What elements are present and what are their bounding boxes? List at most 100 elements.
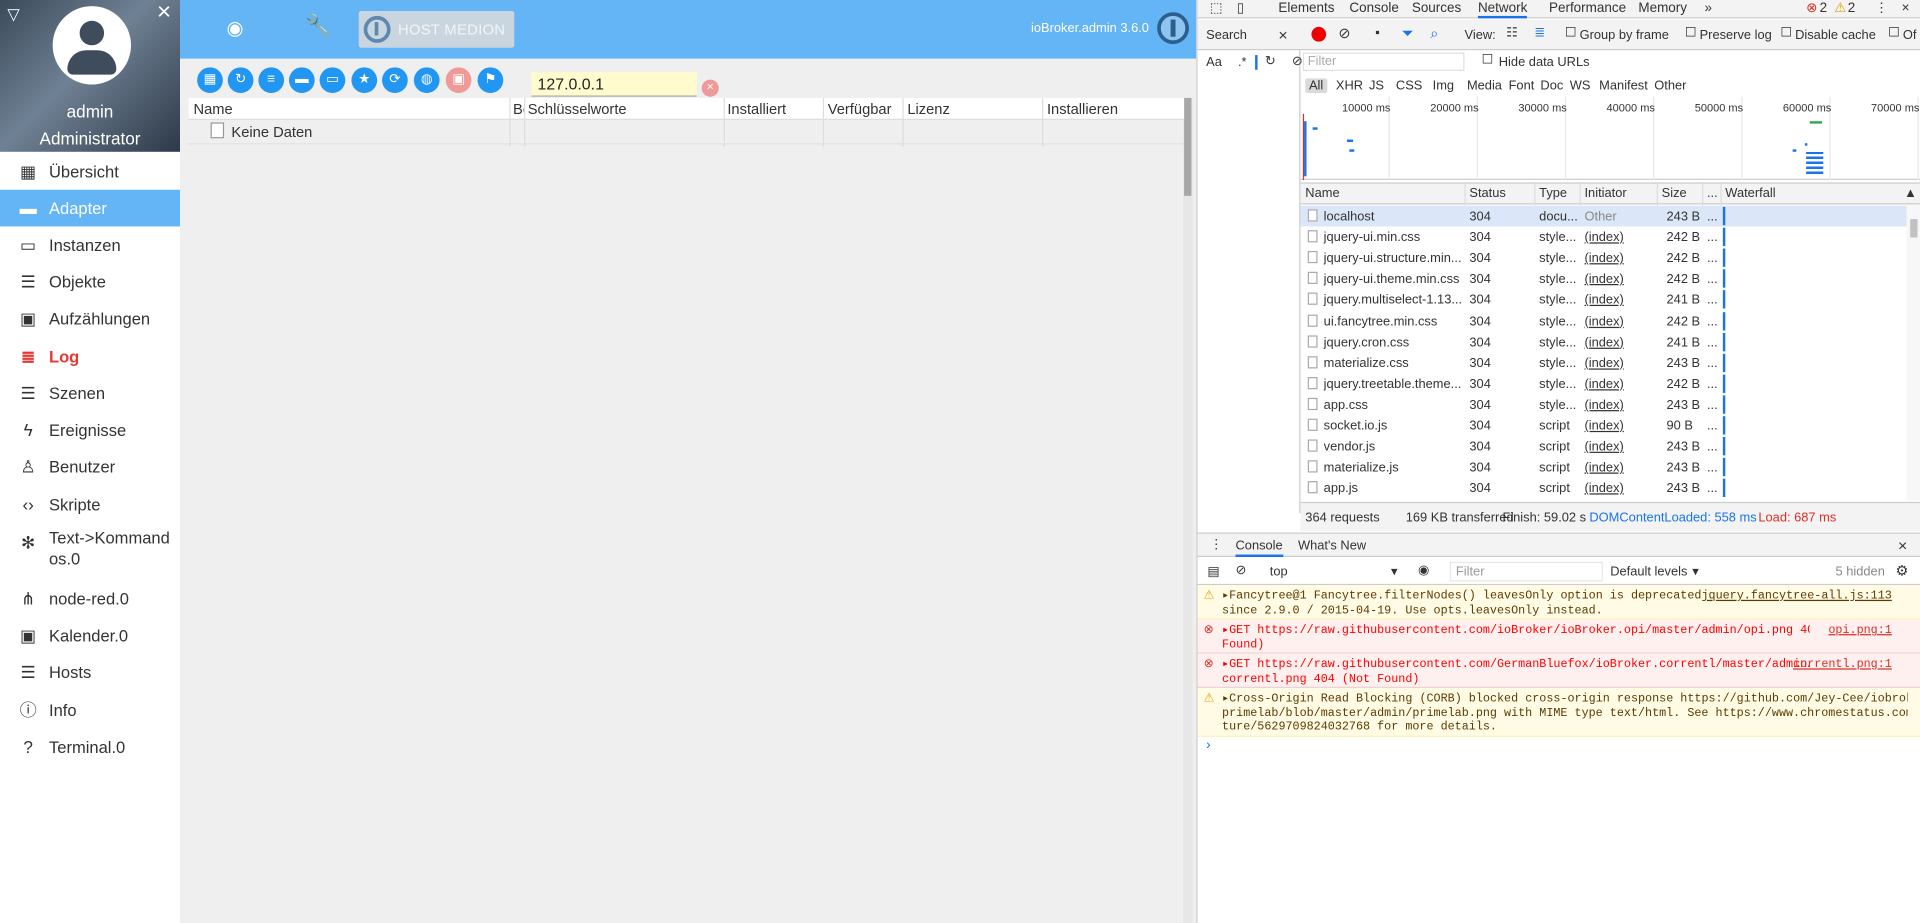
filter-icon[interactable]: ⏷ xyxy=(1402,24,1414,42)
inspect-icon[interactable]: ⬚ xyxy=(1210,0,1223,18)
sidebar-item-kalender-0[interactable]: ▣ Kalender.0 xyxy=(0,617,180,654)
host-button[interactable]: HOST MEDION xyxy=(358,11,515,48)
network-scrollbar[interactable] xyxy=(1906,204,1920,501)
clear-console-icon[interactable]: ⊘ xyxy=(1236,563,1247,578)
search-label[interactable]: Search xyxy=(1206,28,1247,43)
type-filter-ws[interactable]: WS xyxy=(1570,78,1591,93)
sidebar-item-log[interactable]: ≣ Log xyxy=(0,338,180,375)
filter-input[interactable]: Filter xyxy=(1302,52,1465,72)
clear-icon[interactable]: ⊘ xyxy=(1338,24,1350,41)
user-filter-icon[interactable]: ▣ xyxy=(445,67,472,94)
filter-input[interactable] xyxy=(531,72,697,97)
table-row[interactable]: ui.fancytree.min.css 304 style... (index) 24… xyxy=(1300,310,1906,331)
sidebar-item-adapter[interactable]: ▬ Adapter xyxy=(0,189,181,227)
column-time[interactable]: ... xyxy=(1707,186,1718,201)
table-row[interactable]: app.css 304 style... (index) 243 B... xyxy=(1300,394,1906,415)
disable-cache-checkbox[interactable]: ☐ xyxy=(1780,26,1792,41)
column-name[interactable]: Name xyxy=(1305,186,1339,201)
column-waterfall[interactable]: Waterfall xyxy=(1725,186,1775,201)
console-message[interactable]: ⚠ ▸Fancytree@1 Fancytree.filterNodes() le… xyxy=(1197,585,1920,620)
column-available[interactable]: Verfügbar xyxy=(828,100,892,117)
console-prompt-icon[interactable]: › xyxy=(1206,738,1210,753)
hide-data-urls-checkbox[interactable]: ☐ xyxy=(1482,53,1494,68)
cell-initiator[interactable]: (index) xyxy=(1584,481,1645,496)
offline-checkbox[interactable]: ☐ xyxy=(1888,26,1900,41)
refresh-icon[interactable]: ↻ xyxy=(1265,54,1276,69)
group-by-frame-checkbox[interactable]: ☐ xyxy=(1565,26,1577,41)
console-message[interactable]: ⊗ ▸GET https://raw.githubusercontent.com/… xyxy=(1197,619,1920,654)
type-filter-css[interactable]: CSS xyxy=(1396,78,1422,93)
camera-icon[interactable]: ▪ xyxy=(1375,26,1380,41)
tab-performance[interactable]: Performance xyxy=(1549,0,1626,18)
console-filter-input[interactable]: Filter xyxy=(1449,561,1603,582)
type-filter-manifest[interactable]: Manifest xyxy=(1599,78,1648,93)
sidebar-item-ereignisse[interactable]: ϟ Ereignisse xyxy=(0,411,180,448)
tab-elements[interactable]: Elements xyxy=(1278,0,1334,18)
sidebar-item-benutzer[interactable]: ♙ Benutzer xyxy=(0,448,180,485)
log-levels-select[interactable]: Default levels xyxy=(1610,564,1687,579)
update-icon[interactable]: ⟳ xyxy=(382,67,408,94)
message-source-link[interactable]: opi.png:1 xyxy=(1828,623,1891,637)
tab-sources[interactable]: Sources xyxy=(1412,0,1461,18)
table-row[interactable]: jquery-ui.structure.min... 304 style... (in… xyxy=(1300,248,1906,269)
table-row[interactable]: materialize.js 304 script (index) 243 B... xyxy=(1300,457,1906,478)
context-select[interactable]: top xyxy=(1270,564,1288,579)
sidebar-item-objekte[interactable]: ☰ Objekte xyxy=(0,263,180,300)
type-filter-other[interactable]: Other xyxy=(1654,78,1686,93)
cell-initiator[interactable]: (index) xyxy=(1584,230,1645,245)
type-filter-js[interactable]: JS xyxy=(1369,78,1384,93)
cell-initiator[interactable]: (index) xyxy=(1584,440,1645,455)
table-row[interactable]: jquery.cron.css 304 style... (index) 241 B..… xyxy=(1300,331,1906,352)
folder-open-icon[interactable]: ▭ xyxy=(319,67,346,94)
clear-filter-icon[interactable]: × xyxy=(701,79,719,97)
type-filter-all[interactable]: All xyxy=(1305,78,1327,94)
column-size[interactable]: Size xyxy=(1662,186,1687,201)
error-count-icon[interactable]: ⊗ xyxy=(1806,0,1817,18)
error-count[interactable]: 2 xyxy=(1820,0,1828,18)
folder-icon[interactable]: ▬ xyxy=(288,67,315,94)
tiles-view-icon[interactable]: ▦ xyxy=(197,67,223,94)
table-row[interactable]: socket.io.js 304 script (index) 90 B... xyxy=(1300,415,1906,436)
cell-initiator[interactable]: Other xyxy=(1584,209,1645,224)
type-filter-img[interactable]: Img xyxy=(1433,78,1454,93)
large-rows-icon[interactable]: ☷ xyxy=(1506,26,1518,41)
cell-initiator[interactable]: (index) xyxy=(1584,293,1645,308)
chevron-down-icon[interactable]: ▾ xyxy=(1692,564,1698,579)
table-row[interactable]: localhost 304 docu... Other 243 B... xyxy=(1300,205,1907,227)
gear-icon[interactable]: ⚙ xyxy=(1896,562,1909,579)
sidebar-toggle-icon[interactable]: ▤ xyxy=(1207,564,1219,579)
table-row[interactable]: jquery.multiselect-1.13.... 304 style... (i… xyxy=(1300,289,1906,310)
table-row[interactable]: jquery-ui.min.css 304 style... (index) 242 B… xyxy=(1300,227,1906,248)
cell-initiator[interactable]: (index) xyxy=(1584,272,1645,287)
type-filter-font[interactable]: Font xyxy=(1509,78,1535,93)
search-cursor[interactable] xyxy=(1255,55,1258,70)
record-icon[interactable] xyxy=(1311,26,1327,42)
sidebar-item-text-kommandos-0[interactable]: ✻ Text->Kommandos.0 xyxy=(0,523,180,577)
column-license[interactable]: Lizenz xyxy=(907,100,949,117)
cell-initiator[interactable]: (index) xyxy=(1584,335,1645,350)
type-filter-doc[interactable]: Doc xyxy=(1540,78,1563,93)
cell-initiator[interactable]: (index) xyxy=(1584,461,1645,476)
console-message[interactable]: ⚠ ▸Cross-Origin Read Blocking (CORB) bloc… xyxy=(1197,687,1920,737)
tab-console[interactable]: Console xyxy=(1349,0,1398,18)
device-toolbar-icon[interactable]: ▯ xyxy=(1237,0,1244,18)
tab-whats-new[interactable]: What's New xyxy=(1298,539,1366,554)
table-row[interactable]: jquery.treetable.theme.... 304 style... (in… xyxy=(1300,373,1906,394)
eye-icon[interactable]: ◉ xyxy=(1418,563,1429,578)
table-row[interactable]: materialize.css 304 style... (index) 243 B..… xyxy=(1300,352,1906,373)
search-icon[interactable]: ⌕ xyxy=(1430,24,1438,42)
match-case-button[interactable]: Aa xyxy=(1206,55,1222,70)
warning-count[interactable]: 2 xyxy=(1848,0,1856,18)
message-source-link[interactable]: correntl.png:1 xyxy=(1793,657,1892,671)
close-drawer-icon[interactable]: × xyxy=(1898,536,1907,554)
chevron-down-icon[interactable]: ▾ xyxy=(1391,564,1397,579)
warning-count-icon[interactable]: ⚠ xyxy=(1834,0,1846,18)
tab-memory[interactable]: Memory xyxy=(1638,0,1687,18)
sidebar-item-instanzen[interactable]: ▭ Instanzen xyxy=(0,226,180,263)
close-search-icon[interactable]: × xyxy=(1278,26,1287,44)
more-tabs-icon[interactable]: » xyxy=(1704,0,1712,18)
cell-initiator[interactable]: (index) xyxy=(1584,251,1645,266)
overview-icon[interactable]: ≣ xyxy=(1534,26,1545,41)
eye-icon[interactable]: ◉ xyxy=(227,16,244,40)
sidebar-item-info[interactable]: ⓘ Info xyxy=(0,692,180,729)
